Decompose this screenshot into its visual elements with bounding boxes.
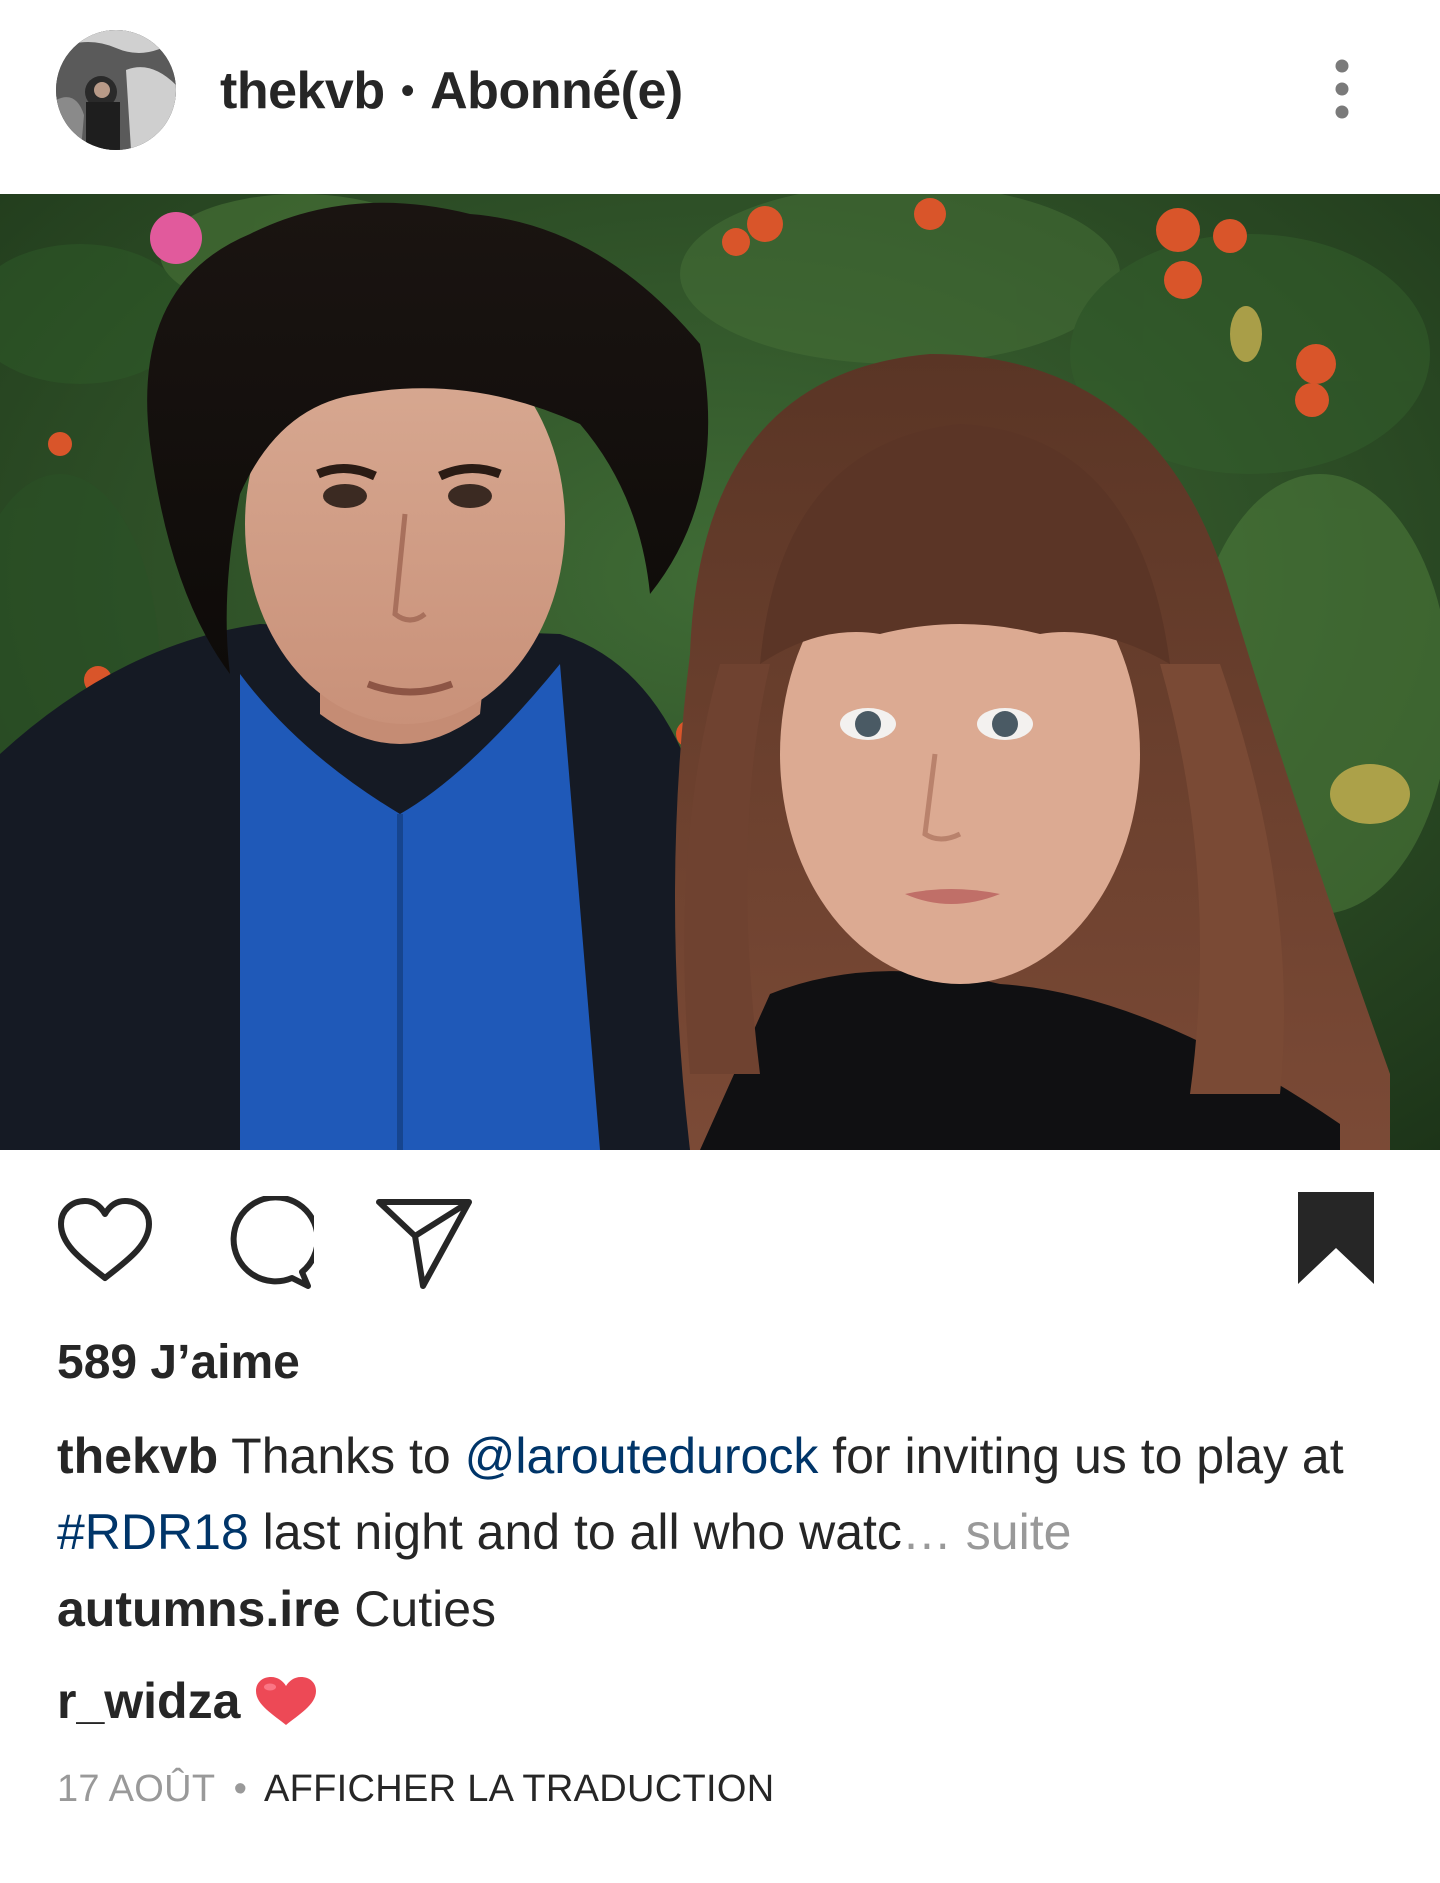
caption-text-1: Thanks to [218, 1428, 465, 1484]
avatar[interactable] [56, 30, 176, 150]
caption-text-3: last night and to all who watc [248, 1504, 902, 1560]
comment-username[interactable]: autumns.ire [57, 1581, 340, 1637]
bookmark-icon[interactable] [1296, 1190, 1376, 1286]
post-header: thekvb • Abonné(e) [0, 0, 1440, 194]
separator-dot: • [233, 1768, 248, 1810]
comment-item: r_widza [57, 1672, 318, 1730]
caption-text-2: for inviting us to play at [818, 1428, 1344, 1484]
post-image [0, 194, 1440, 1150]
heart-icon[interactable] [55, 1196, 155, 1286]
more-vertical-icon[interactable] [1320, 56, 1370, 126]
show-translation-link[interactable]: AFFICHER LA TRADUCTION [264, 1768, 775, 1810]
red-heart-emoji [254, 1675, 318, 1727]
comment-username[interactable]: r_widza [57, 1672, 240, 1730]
more-link[interactable]: suite [952, 1504, 1072, 1560]
likes-count[interactable]: 589 J’aime [57, 1335, 300, 1390]
caption-username[interactable]: thekvb [57, 1428, 218, 1484]
avatar-image [56, 30, 176, 150]
follow-status[interactable]: Abonné(e) [430, 61, 683, 121]
username-link[interactable]: thekvb [220, 61, 385, 121]
separator-dot: • [400, 68, 415, 113]
caption-ellipsis: … [901, 1504, 952, 1560]
comment-text: Cuties [340, 1581, 497, 1637]
comment-icon[interactable] [218, 1194, 321, 1292]
mention-link[interactable]: @laroutedurock [465, 1428, 819, 1484]
hashtag-link[interactable]: #RDR18 [57, 1504, 249, 1560]
post-meta: 17 AOÛT • AFFICHER LA TRADUCTION [57, 1768, 774, 1811]
comment-item: autumns.ire Cuties [57, 1580, 496, 1638]
send-icon[interactable] [375, 1194, 475, 1294]
action-bar [0, 1150, 1440, 1310]
post-photo[interactable] [0, 194, 1440, 1150]
post-caption: thekvb Thanks to @laroutedurock for invi… [57, 1418, 1387, 1570]
username-row: thekvb • Abonné(e) [220, 56, 683, 126]
post-date: 17 AOÛT [57, 1768, 215, 1810]
